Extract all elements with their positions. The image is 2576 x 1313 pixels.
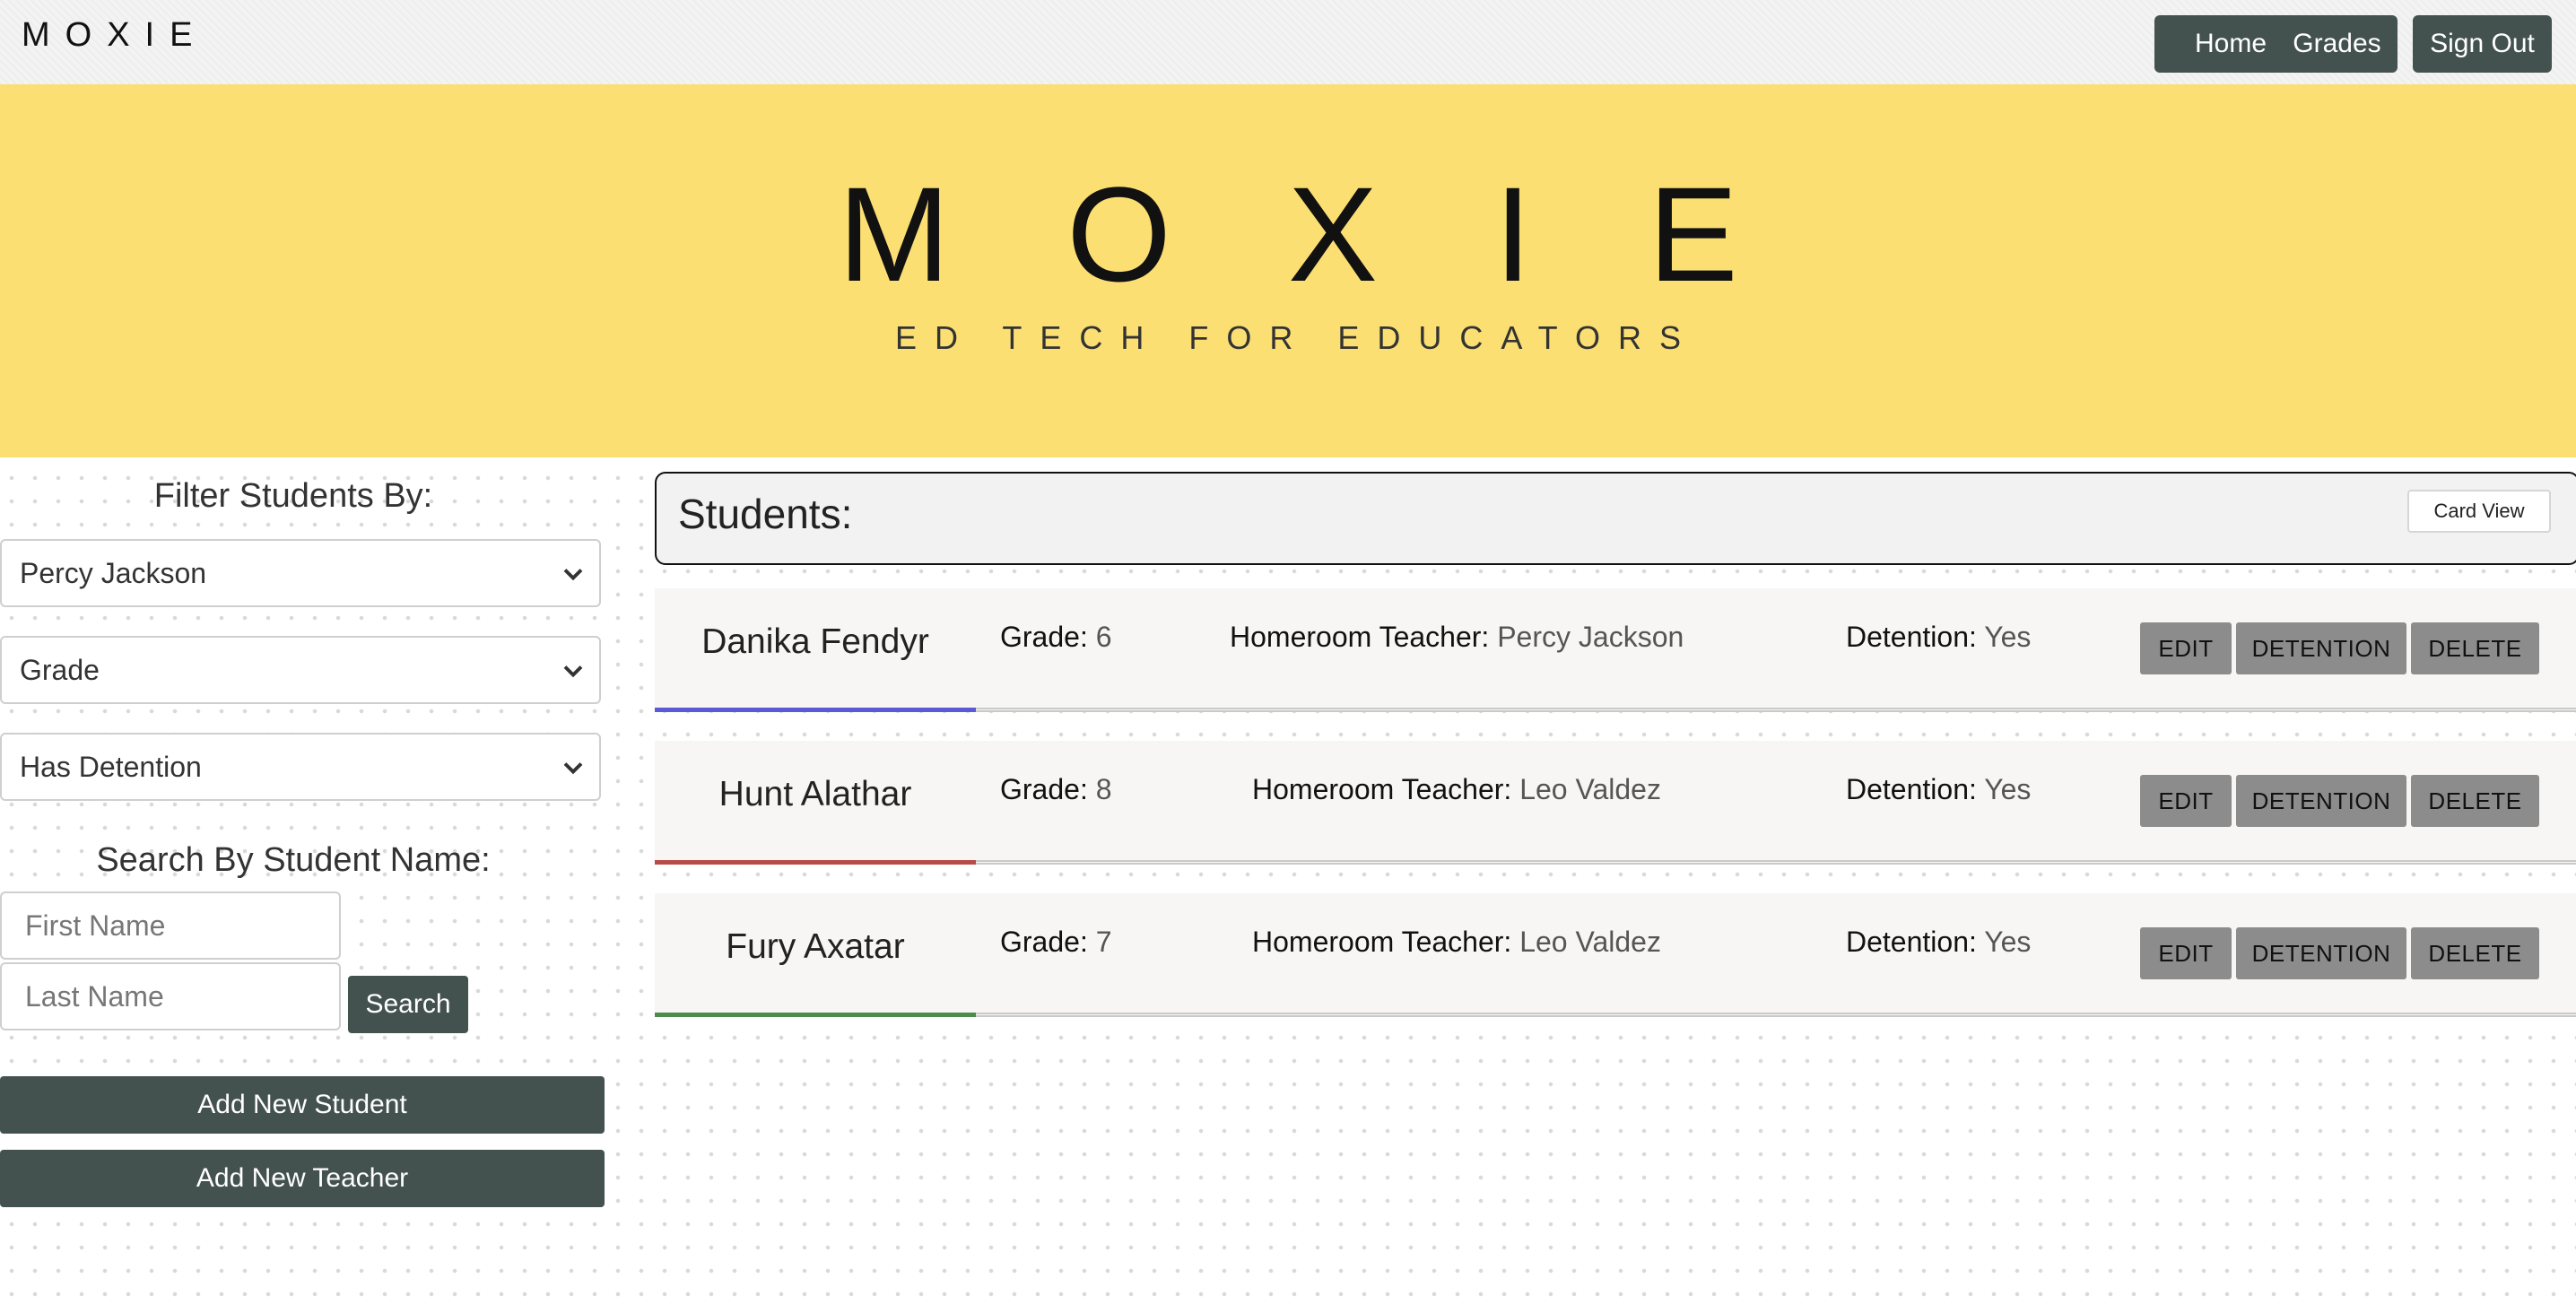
student-row: Hunt Alathar Grade: 8 Homeroom Teacher: … [655,741,2576,865]
last-name-input[interactable] [0,962,341,1030]
add-new-teacher-button[interactable]: Add New Teacher [0,1150,605,1207]
teacher-filter-value: Percy Jackson [20,556,207,589]
detention-button[interactable]: DETENTION [2236,775,2406,827]
teacher-value: Leo Valdez [1519,773,1661,805]
student-teacher: Homeroom Teacher: Leo Valdez [1252,773,1661,806]
teacher-label: Homeroom Teacher: [1230,621,1490,653]
student-row: Fury Axatar Grade: 7 Homeroom Teacher: L… [655,893,2576,1017]
detention-value: Yes [1984,621,2032,653]
teacher-filter-select[interactable]: Percy Jackson [0,539,601,607]
chevron-down-icon [563,762,583,775]
sign-out-button[interactable]: Sign Out [2413,15,2552,73]
student-grade: Grade: 7 [1000,926,1112,959]
student-name: Fury Axatar [726,927,905,966]
delete-button[interactable]: DELETE [2411,622,2539,674]
row-accent-line [655,1013,976,1017]
student-grade: Grade: 8 [1000,773,1112,806]
teacher-value: Leo Valdez [1519,926,1661,958]
detention-label: Detention: [1846,621,1977,653]
student-name: Hunt Alathar [718,775,912,813]
hero-logo: MOXIE [838,159,1855,309]
detention-button[interactable]: DETENTION [2236,927,2406,979]
search-button[interactable]: Search [348,976,468,1033]
delete-button[interactable]: DELETE [2411,927,2539,979]
detention-filter-value: Has Detention [20,750,202,783]
teacher-value: Percy Jackson [1497,621,1684,653]
teacher-label: Homeroom Teacher: [1252,926,1512,958]
search-heading: Search By Student Name: [96,841,491,879]
student-detention: Detention: Yes [1846,621,2031,654]
detention-filter-select[interactable]: Has Detention [0,733,601,801]
row-accent-line [655,708,976,712]
add-new-student-button[interactable]: Add New Student [0,1076,605,1134]
student-detention: Detention: Yes [1846,773,2031,806]
edit-button[interactable]: EDIT [2140,927,2232,979]
student-detention: Detention: Yes [1846,926,2031,959]
grade-value: 8 [1095,773,1112,805]
student-teacher: Homeroom Teacher: Percy Jackson [1230,621,1684,654]
student-name: Danika Fendyr [701,622,929,661]
detention-value: Yes [1984,773,2032,805]
edit-button[interactable]: EDIT [2140,775,2232,827]
grade-label: Grade: [1000,773,1088,805]
grade-filter-select[interactable]: Grade [0,636,601,704]
teacher-label: Homeroom Teacher: [1252,773,1512,805]
student-grade: Grade: 6 [1000,621,1112,654]
grade-value: 7 [1095,926,1112,958]
student-row: Danika Fendyr Grade: 6 Homeroom Teacher:… [655,588,2576,712]
navbar: MOXIE Home Grades Sign Out [0,0,2576,84]
detention-button[interactable]: DETENTION [2236,622,2406,674]
students-title: Students: [678,491,853,537]
grade-label: Grade: [1000,926,1088,958]
delete-button[interactable]: DELETE [2411,775,2539,827]
hero-banner: MOXIE ED TECH FOR EDUCATORS [0,84,2576,457]
students-header: Students: Card View [655,472,2576,565]
chevron-down-icon [563,569,583,581]
first-name-input[interactable] [0,891,341,960]
hero-tagline: ED TECH FOR EDUCATORS [894,319,1700,356]
student-teacher: Homeroom Teacher: Leo Valdez [1252,926,1661,959]
chevron-down-icon [563,665,583,678]
grade-value: 6 [1095,621,1112,653]
detention-label: Detention: [1846,926,1977,958]
card-view-toggle[interactable]: Card View [2407,490,2551,533]
grade-filter-value: Grade [20,653,100,686]
row-accent-line [655,860,976,865]
grade-label: Grade: [1000,621,1088,653]
filter-heading: Filter Students By: [153,477,433,515]
detention-value: Yes [1984,926,2032,958]
detention-label: Detention: [1846,773,1977,805]
edit-button[interactable]: EDIT [2140,622,2232,674]
grades-button[interactable]: Grades [2276,15,2398,73]
brand-logo[interactable]: MOXIE [22,16,207,55]
